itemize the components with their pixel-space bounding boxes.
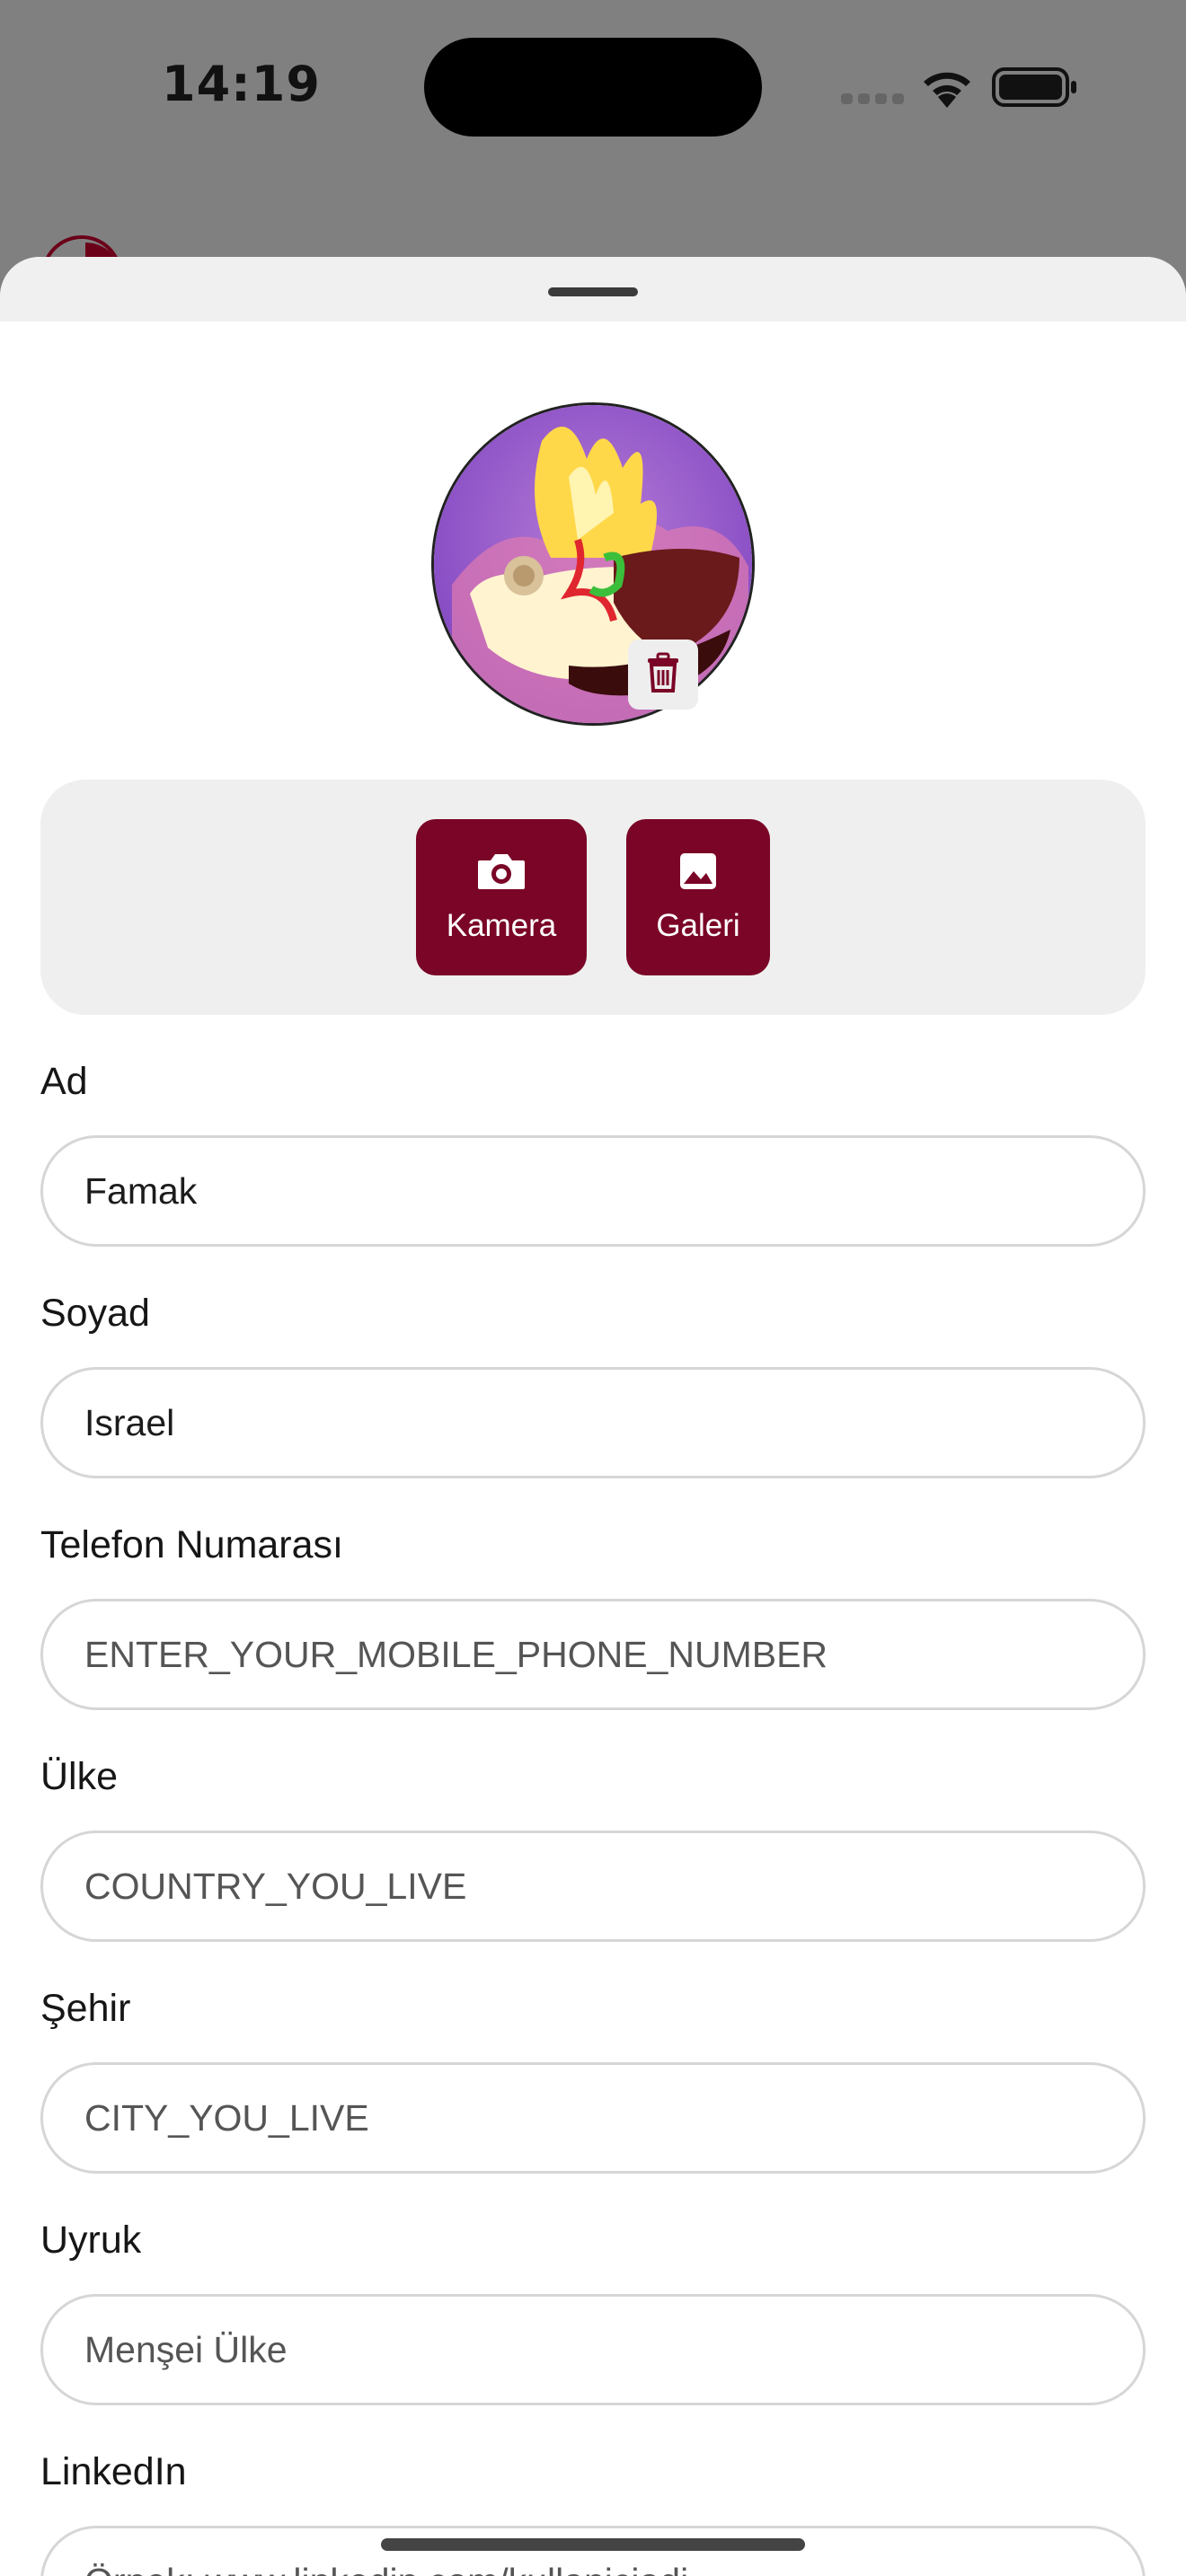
- last-name-label: Soyad: [40, 1292, 150, 1335]
- gallery-button-label: Galeri: [656, 907, 740, 943]
- phone-input[interactable]: ENTER_YOUR_MOBILE_PHONE_NUMBER: [40, 1599, 1146, 1710]
- sheet-header: [0, 257, 1186, 322]
- status-bar: 14:19: [0, 0, 1186, 171]
- city-label: Şehir: [40, 1987, 131, 2030]
- dynamic-island: [424, 38, 762, 137]
- nationality-input[interactable]: Menşei Ülke: [40, 2294, 1146, 2405]
- phone-label: Telefon Numarası: [40, 1523, 343, 1566]
- country-label: Ülke: [40, 1755, 119, 1798]
- wifi-icon: [920, 66, 974, 110]
- sheet-grabber[interactable]: [548, 287, 638, 296]
- last-name-input[interactable]: Israel: [40, 1367, 1146, 1478]
- battery-icon: [992, 66, 1078, 108]
- first-name-input[interactable]: Famak: [40, 1135, 1146, 1247]
- profile-avatar[interactable]: [431, 402, 755, 726]
- country-input[interactable]: COUNTRY_YOU_LIVE: [40, 1831, 1146, 1942]
- city-input[interactable]: CITY_YOU_LIVE: [40, 2062, 1146, 2174]
- edit-profile-sheet: Kamera Galeri Ad Famak Soyad Israel Tele…: [0, 257, 1186, 2576]
- photo-source-panel: Kamera Galeri: [40, 780, 1146, 1015]
- delete-photo-button[interactable]: [628, 640, 698, 710]
- camera-button-label: Kamera: [446, 907, 557, 943]
- camera-button[interactable]: Kamera: [416, 819, 587, 975]
- linkedin-label: LinkedIn: [40, 2450, 187, 2493]
- camera-icon: [476, 851, 527, 895]
- status-time: 14:19: [162, 56, 321, 112]
- cellular-signal-icon: [841, 93, 904, 104]
- trash-icon: [644, 652, 682, 698]
- first-name-label: Ad: [40, 1060, 88, 1103]
- nationality-label: Uyruk: [40, 2219, 142, 2262]
- linkedin-input[interactable]: Örnek: www.linkedin.com/kullaniciadi: [40, 2526, 1146, 2576]
- home-indicator: [381, 2538, 805, 2551]
- image-icon: [678, 851, 718, 895]
- gallery-button[interactable]: Galeri: [626, 819, 770, 975]
